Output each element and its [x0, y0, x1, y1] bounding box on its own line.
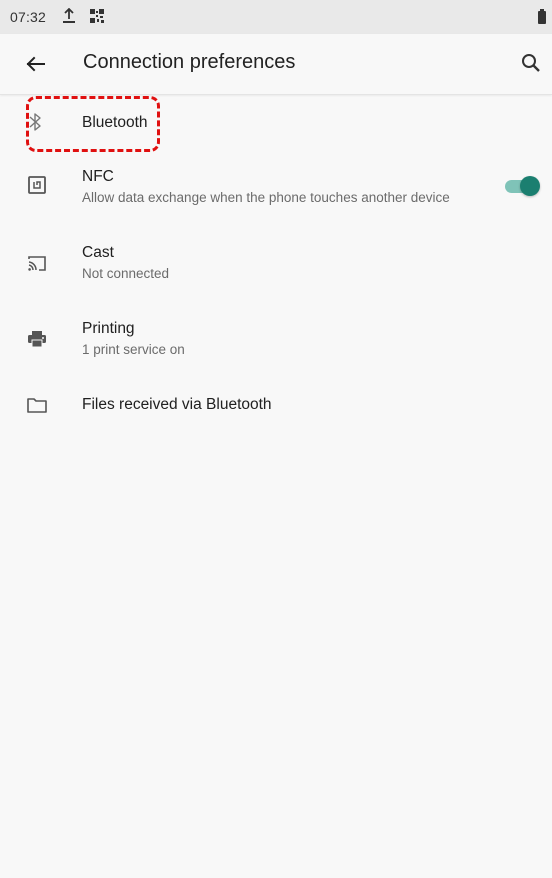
files-received-item[interactable]: Files received via Bluetooth [0, 380, 552, 434]
nfc-item[interactable]: NFC Allow data exchange when the phone t… [0, 152, 552, 218]
battery-icon [538, 9, 546, 24]
bluetooth-icon [29, 113, 41, 131]
status-time: 07:32 [10, 9, 47, 25]
bluetooth-title: Bluetooth [82, 114, 148, 131]
page-title: Connection preferences [83, 51, 296, 73]
arrow-back-icon[interactable] [20, 50, 52, 78]
nfc-icon [28, 176, 46, 194]
printing-summary: 1 print service on [82, 342, 185, 357]
settings-screen: 07:32 Connection preferences Bluetooth N… [0, 0, 552, 878]
cast-title: Cast [82, 244, 114, 261]
bluetooth-item[interactable]: Bluetooth [0, 96, 552, 150]
qr-code-icon [90, 9, 104, 23]
printing-title: Printing [82, 320, 135, 337]
cast-icon [28, 256, 46, 271]
printer-icon [28, 331, 46, 348]
app-bar: Connection preferences [0, 34, 552, 95]
nfc-title: NFC [82, 168, 114, 185]
cast-summary: Not connected [82, 266, 170, 281]
printing-item[interactable]: Printing 1 print service on [0, 304, 552, 370]
toggle-thumb [520, 176, 540, 196]
upload-icon [63, 8, 75, 23]
status-bar: 07:32 [0, 0, 552, 34]
nfc-summary: Allow data exchange when the phone touch… [82, 190, 450, 205]
cast-item[interactable]: Cast Not connected [0, 228, 552, 294]
search-icon[interactable] [518, 50, 546, 78]
nfc-toggle[interactable] [503, 176, 540, 196]
folder-icon [27, 398, 47, 413]
files-received-title: Files received via Bluetooth [82, 396, 272, 413]
